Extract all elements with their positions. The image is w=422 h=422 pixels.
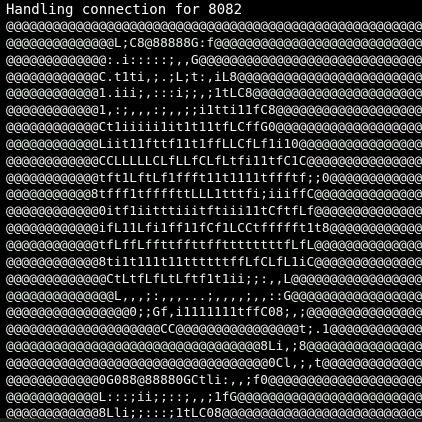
ascii-art-line: @@@@@@@@@@@@L:::;ii;;::;,,;1fG@@@@@@@@@@… xyxy=(6,389,422,405)
ascii-art-line: @@@@@@@@@@@@@@@@@@@@@@@@@@@@@@@@@@@@@@@@… xyxy=(6,19,422,34)
ascii-art-output: @@@@@@@@@@@@@@@@@@@@@@@@@@@@@@@@@@@@@@@@… xyxy=(6,19,422,422)
ascii-art-line: @@@@@@@@@@@@0G088@88880GCtli:,,;f0@@@@@@… xyxy=(6,372,422,388)
ascii-art-line: @@@@@@@@@@@@@@@@@@@@CC@@@@@@@@@@@@@@@@t;… xyxy=(6,322,422,338)
ascii-art-line: @@@@@@@@@@@@@@L,,,;:,,,...;,,,,;,,::G@@@… xyxy=(6,288,422,304)
ascii-art-line: @@@@@@@@@@@@1.iii;,:::i;;,;1tLC8@@@@@@@@… xyxy=(6,86,422,102)
ascii-art-line: @@@@@@@@@@@@@@@@0;;Gf,i1111111tffC08;,;@… xyxy=(6,305,422,321)
ascii-art-line: @@@@@@@@@@@@CCLLLLLCLfLLfCLfLtfi11tfC1C@… xyxy=(6,153,422,169)
ascii-art-line: @@@@@@@@@@@@@@@@@@@@@@@@@@@@@@@@@8Li,;8@… xyxy=(6,339,422,355)
ascii-art-line: @@@@@@@@@@@@Liit11fttf11t1ffLLCfLf1i10@@… xyxy=(6,136,422,152)
ascii-art-line: @@@@@@@@@@@@@CtLtfLfLtLftf1t1ii;;:,,L@@@… xyxy=(6,271,422,287)
ascii-art-line: @@@@@@@@@@@@@@@@@@@@@@@@@@@@@@@@@@0Cl,;,… xyxy=(6,355,422,371)
prompt-line-partial xyxy=(0,418,422,422)
ascii-art-line: @@@@@@@@@@@8tfff1tffffttLLL1tttfi;iiiffC… xyxy=(6,187,422,203)
ascii-art-line: @@@@@@@@@@@@0itf1iitttiiitftiii11tCftfLf… xyxy=(6,204,422,220)
ascii-art-line: @@@@@@@@@@@@@:.i:::::;,,G@@@@@@@@@@@@@@@… xyxy=(6,52,422,68)
ascii-art-line: @@@@@@@@@@@@tfLffLffttffttffttttttttfLfL… xyxy=(6,237,422,253)
ascii-art-line: @@@@@@@@@@@@1,:;,,,:;,,;;i1tti11fC8@@@@@… xyxy=(6,103,422,119)
ascii-art-line: @@@@@@@@@@@@C.t1ti,;.;L;t:,iL8@@@@@@@@@@… xyxy=(6,69,422,85)
ascii-art-line: @@@@@@@@@@@@@@L;C8@88888G:f@@@@@@@@@@@@@… xyxy=(6,35,422,51)
ascii-art-line: @@@@@@@@@@@@tft1LftLf1ffft11t1111tffftf;… xyxy=(6,170,422,186)
ascii-art-line: @@@@@@@@@@@@Ct1iiiii1it1t11tfLCffG0@@@@@… xyxy=(6,120,422,136)
connection-status-line: Handling connection for 8082 xyxy=(6,2,243,18)
terminal-window[interactable]: Handling connection for 8082 @@@@@@@@@@@… xyxy=(0,0,422,422)
ascii-art-line: @@@@@@@@@@@@ifL11Lfi1ff11fCf1LCCtffffft1… xyxy=(6,221,422,237)
ascii-art-line: @@@@@@@@@@@@8ti1t111t11ttttttffLfCLfL1iC… xyxy=(6,254,422,270)
